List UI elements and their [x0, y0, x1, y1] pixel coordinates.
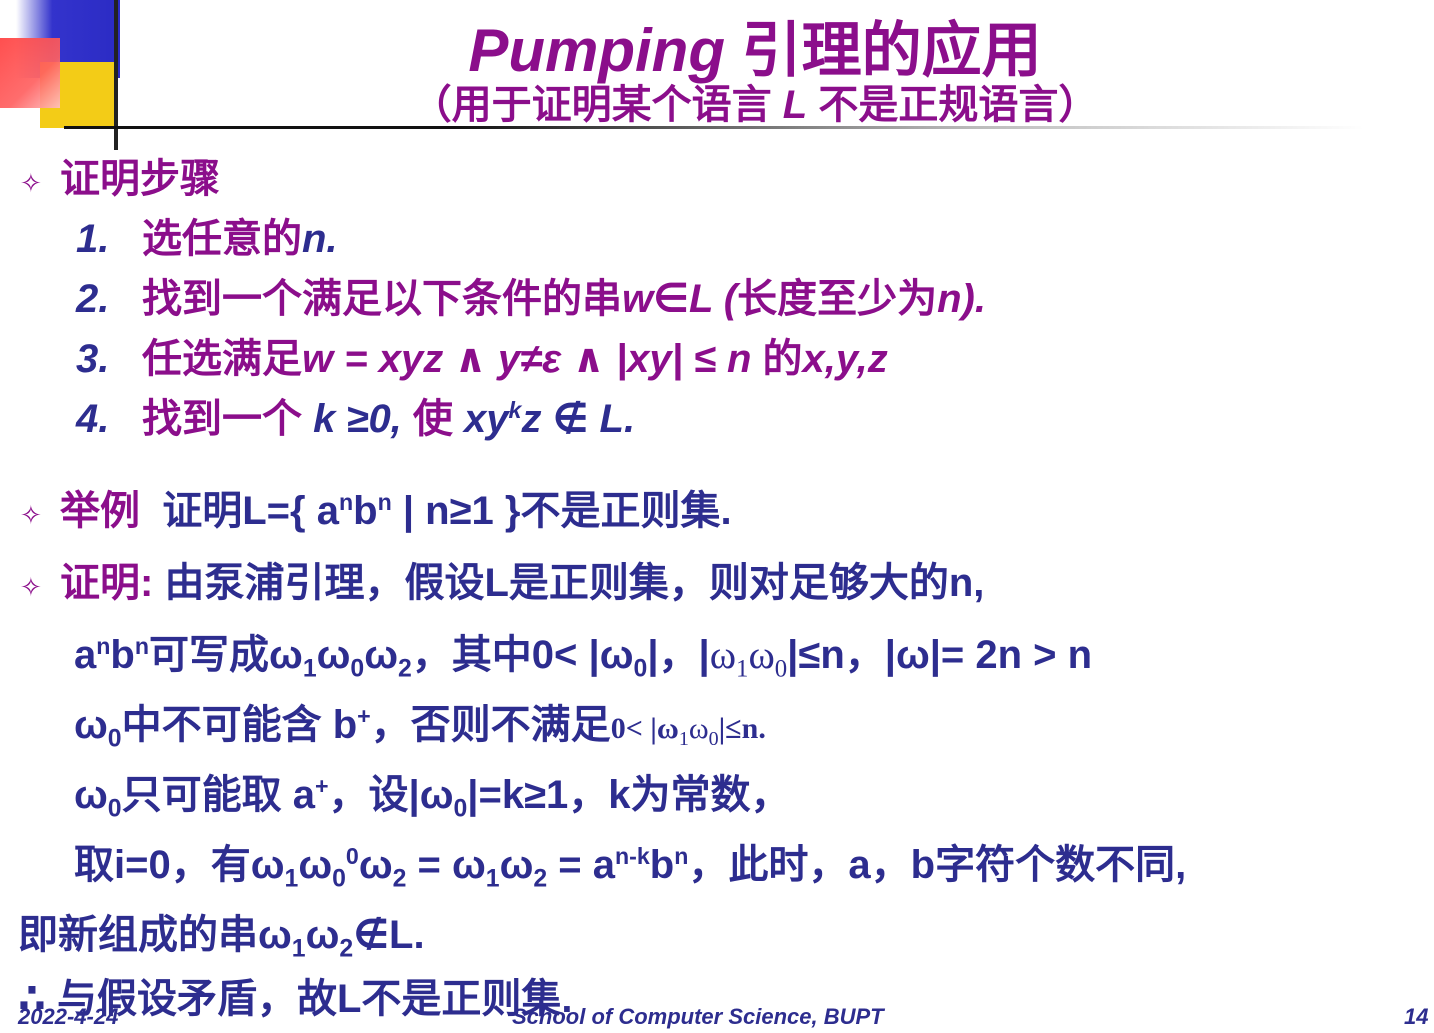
- example-line: 举例 证明L={ anbn | n≥1 }不是正则集.: [60, 489, 732, 533]
- proof-line-6: 即新组成的串ω1ω2∉L.: [18, 913, 425, 963]
- footer-date: 2022-4-24: [18, 1004, 119, 1029]
- proof-line-2: anbn可写成ω1ω0ω2，其中0< |ω0|，|ω1ω0|≤n，|ω|= 2n…: [74, 632, 1093, 683]
- step-3: 3. 任选满足w = xyz ∧ y≠ε ∧ |xy| ≤ n 的x,y,z: [76, 337, 888, 381]
- bullet-icon: ✧: [20, 500, 42, 530]
- step-1: 1. 选任意的n.: [76, 217, 338, 261]
- slide-subtitle: （用于证明某个语言 L 不是正规语言）: [411, 83, 1099, 127]
- step-4: 4. 找到一个 k ≥0, 使 xykz ∉ L.: [76, 397, 636, 441]
- footer-school: School of Computer Science, BUPT: [512, 1004, 884, 1029]
- proof-line-4: ω0只可能取 a+，设|ω0|=k≥1，k为常数，: [74, 773, 791, 823]
- proof-line-1: 证明: 由泵浦引理，假设L是正则集，则对足够大的n,: [60, 561, 985, 605]
- footer-page-number: 14: [1404, 1004, 1429, 1029]
- step-2: 2. 找到一个满足以下条件的串w∈L (长度至少为n).: [76, 277, 986, 321]
- proof-line-3: ω0中不可能含 b+，否则不满足0< |ω1ω0|≤n.: [74, 703, 766, 753]
- section-heading-proof-steps: 证明步骤: [60, 157, 220, 201]
- bullet-icon: ✧: [20, 572, 42, 602]
- bullet-icon: ✧: [20, 168, 42, 198]
- proof-line-5: 取i=0，有ω1ω00ω2 = ω1ω2 = an-kbn，此时，a，b字符个数…: [74, 843, 1187, 893]
